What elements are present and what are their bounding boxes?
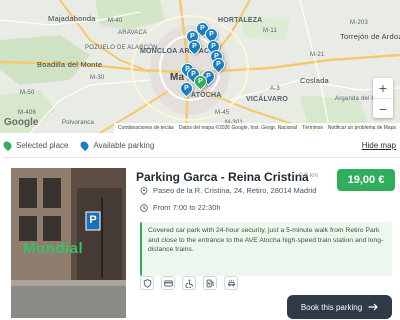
zoom-control: + − [373,78,393,118]
google-logo: Google [4,117,39,128]
keyboard-shortcuts-link[interactable]: Combinaciones de teclas [118,125,174,131]
map-label-hortaleza: HORTALEZA [218,17,263,24]
map-label-torrejon: Torrejón de Ardoz [340,32,400,41]
price-badge: 19,00 € [337,169,395,191]
clock-icon [140,203,148,212]
map-attribution: Combinaciones de teclas Datos del mapa ©… [113,123,400,133]
map-road-m406: M-406 [18,110,37,116]
parking-address: Paseo de la R. Cristina, 24, Retiro, 280… [153,186,317,195]
zoom-out-button[interactable]: − [373,98,393,118]
photo-parking-sign: P [89,214,97,226]
parking-distance: 0.9 km [299,172,319,179]
legend-available: Available parking [79,139,155,151]
map-label-coslada: Coslada [300,76,329,85]
zoom-in-button[interactable]: + [373,78,393,98]
arrow-right-icon [368,303,379,311]
book-parking-label: Book this parking [300,302,363,312]
map-road-m40: M-40 [108,18,123,24]
parking-description: Covered car park with 24-hour security, … [140,222,392,276]
legend-available-label: Available parking [93,140,155,150]
map-label-pozuelo: POZUELO DE ALARCÓN [85,45,158,51]
address-row: Paseo de la R. Cristina, 24, Retiro, 280… [140,186,316,195]
legend-selected: Selected place [1,139,69,151]
car-wash-icon [224,276,238,290]
map-road-m21: M-21 [310,52,325,58]
map[interactable]: Majadahonda ARAVACA MONCLOA ARAVACA POZU… [0,0,400,133]
parking-title: Parking Garca - Reina Cristina [136,170,309,184]
selected-place-icon [1,139,14,151]
available-parking-icon [79,139,91,151]
security-icon [140,276,154,290]
parking-photo: P Mundial [11,168,126,318]
hide-map-link[interactable]: Hide map [362,141,396,150]
map-road-m11: M-11 [263,28,278,34]
report-problem-link[interactable]: Notificar un problema de Maps [328,125,396,131]
map-road-a3: A-3 [270,86,280,92]
legend-selected-label: Selected place [16,140,69,150]
map-label-polvoranca: Polvoranca [62,120,95,126]
opening-hours: From 7:00 to 22:30h [153,203,221,212]
hours-row: From 7:00 to 22:30h [140,203,221,212]
map-road-m30: M-30 [90,75,105,81]
map-label-majadahonda: Majadahonda [48,14,96,23]
map-road-m203: M-203 [350,20,369,26]
photo-sign-text: Mundial [23,240,84,257]
map-label-atocha: ATOCHA [191,92,222,99]
map-road-m50: M-50 [20,90,35,96]
location-pin-icon [140,186,148,195]
parking-card: P Mundial Parking Garca - Reina Cristina… [3,157,400,320]
terms-link[interactable]: Términos [302,125,323,131]
map-label-vicalvaro: VICÁLVARO [246,96,288,103]
map-label-aravaca: ARAVACA [118,30,148,36]
card-payment-icon [161,276,175,290]
map-data-credit: Datos del mapa ©2026 Google, Inst. Geogr… [178,125,298,131]
book-parking-button[interactable]: Book this parking [287,295,392,319]
ev-charging-icon [203,276,217,290]
map-legend: Selected place Available parking Hide ma… [0,137,400,153]
map-road-m45: M-45 [215,110,230,116]
accessible-icon [182,276,196,290]
map-label-boadilla: Boadilla del Monte [37,60,103,69]
